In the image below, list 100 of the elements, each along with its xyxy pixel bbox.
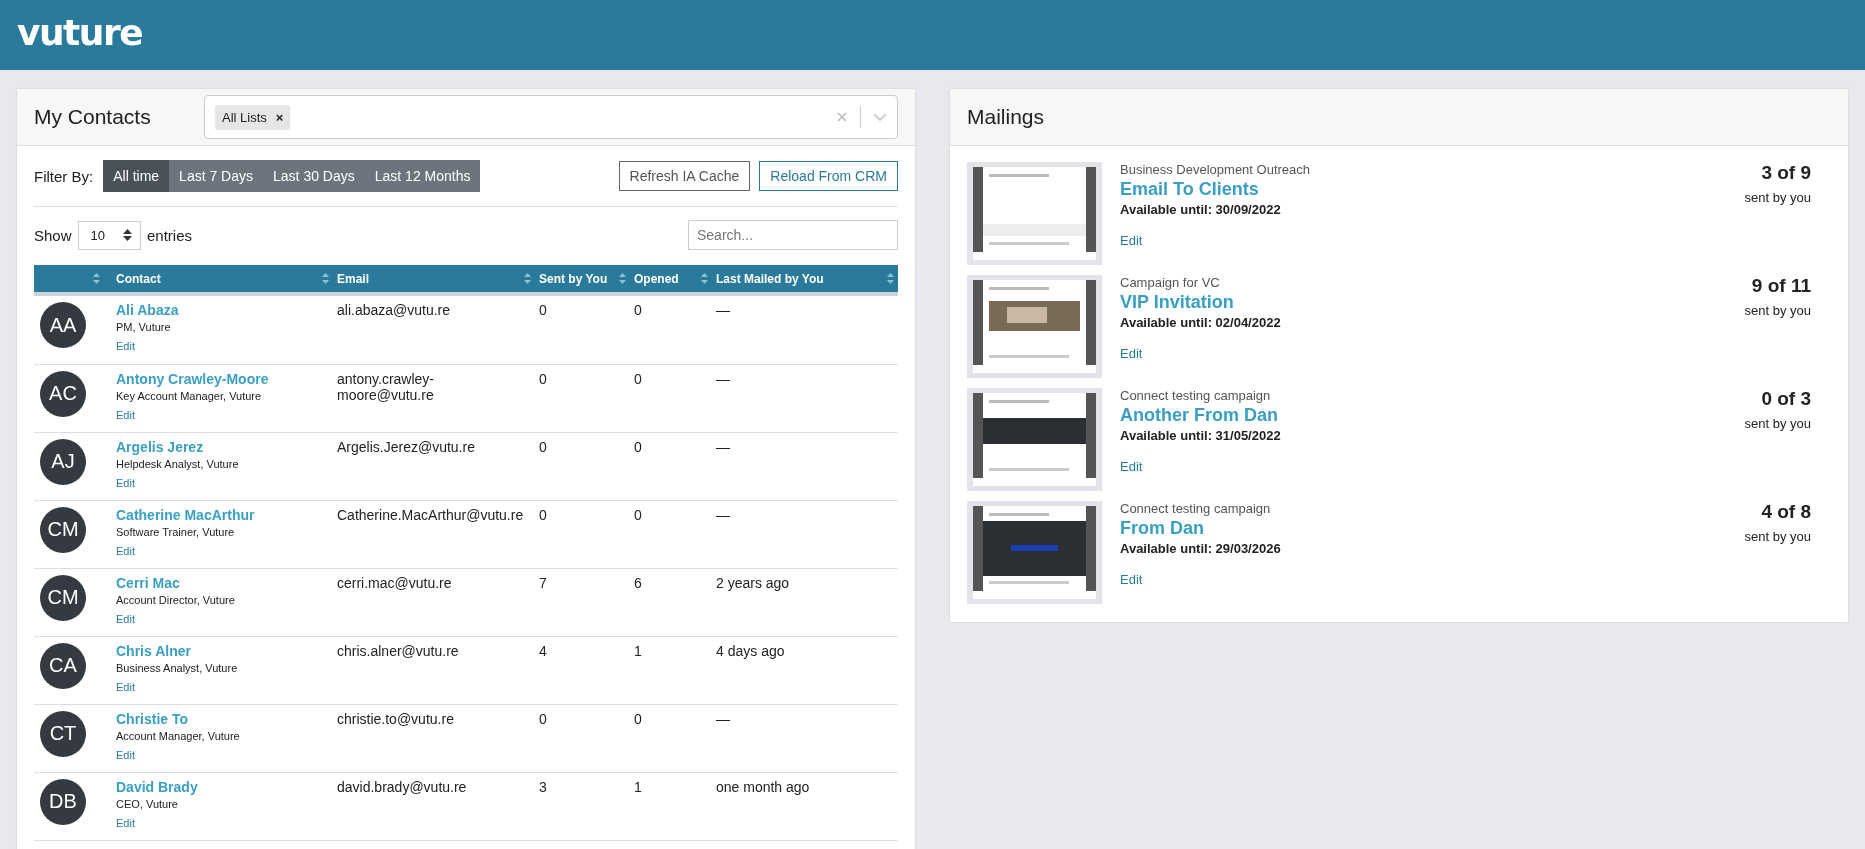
last-mailed-cell: — (716, 710, 730, 727)
sent-note: sent by you (1744, 190, 1811, 205)
avatar: CT (40, 710, 86, 757)
mailing-title[interactable]: From Dan (1120, 518, 1745, 539)
last-mailed-cell: 4 days ago (716, 642, 785, 659)
sent-note: sent by you (1744, 303, 1811, 318)
email-cell: david.brady@vutu.re (337, 778, 467, 795)
availability-text: Available until: 29/03/2026 (1120, 541, 1282, 556)
contact-name[interactable]: David Brady (116, 778, 329, 795)
email-cell: chris.alner@vutu.re (337, 642, 459, 659)
action-button[interactable]: Refresh IA Cache (618, 161, 751, 191)
sort-icon[interactable] (524, 273, 531, 284)
email-cell: cerri.mac@vutu.re (337, 574, 452, 591)
sent-cell: 0 (539, 506, 547, 523)
mailing-title[interactable]: Another From Dan (1120, 405, 1745, 426)
last-mailed-cell: 2 years ago (716, 574, 790, 591)
column-header[interactable]: Sent by You (539, 271, 608, 286)
contact-name[interactable]: Catherine MacArthur (116, 506, 329, 523)
sent-cell: 0 (539, 302, 547, 318)
list-select[interactable]: All Lists × (204, 95, 898, 139)
edit-link[interactable]: Edit (1120, 233, 1143, 248)
sent-note: sent by you (1744, 529, 1811, 544)
card-title: My Contacts (34, 105, 152, 129)
contact-role: Business Analyst, Vuture (116, 661, 239, 674)
avatar: AC (40, 370, 86, 417)
contact-role: Software Trainer, Vuture (116, 525, 236, 538)
avatar: CA (40, 642, 86, 689)
sort-icon[interactable] (701, 273, 708, 284)
contact-role: Key Account Manager, Vuture (116, 389, 263, 402)
edit-link[interactable]: Edit (116, 816, 135, 829)
edit-link[interactable]: Edit (116, 408, 135, 421)
card-title: Mailings (967, 105, 1046, 129)
contact-name[interactable]: Chris Alner (116, 642, 329, 659)
edit-link[interactable]: Edit (1120, 459, 1143, 474)
edit-link[interactable]: Edit (116, 612, 135, 625)
column-header[interactable]: Contact (116, 271, 161, 286)
sent-count: 4 of 8 (1760, 501, 1811, 523)
column-header[interactable]: Email (337, 271, 369, 286)
mailing-title[interactable]: VIP Invitation (1120, 292, 1745, 313)
column-header[interactable]: Last Mailed by You (716, 271, 824, 286)
opened-cell: 1 (634, 642, 642, 659)
availability-text: Available until: 31/05/2022 (1120, 428, 1282, 443)
contact-role: CEO, Vuture (116, 797, 179, 810)
sort-icon[interactable] (887, 273, 894, 284)
edit-link[interactable]: Edit (1120, 346, 1143, 361)
sent-cell: 4 (539, 642, 547, 659)
contact-role: Account Director, Vuture (116, 593, 236, 606)
entries-select[interactable]: 10 (77, 220, 141, 250)
search-field[interactable]: Search... (688, 220, 898, 250)
chevron-down-icon[interactable] (873, 112, 887, 122)
clear-icon[interactable] (836, 111, 848, 123)
sort-icon[interactable] (93, 273, 100, 284)
availability-text: Available until: 30/09/2022 (1120, 202, 1282, 217)
avatar: CM (40, 506, 86, 553)
sent-cell: 0 (539, 438, 547, 455)
contact-name[interactable]: Ali Abaza (116, 302, 329, 318)
sent-cell: 3 (539, 778, 547, 795)
sent-count: 0 of 3 (1760, 388, 1811, 410)
sent-cell: 0 (539, 710, 547, 727)
opened-cell: 1 (634, 778, 642, 795)
contact-name[interactable]: Argelis Jerez (116, 438, 329, 455)
edit-link[interactable]: Edit (116, 544, 135, 557)
contact-role: Account Manager, Vuture (116, 729, 241, 742)
email-cell: antony.crawley-moore@vutu.re (337, 370, 434, 403)
sent-count: 9 of 11 (1750, 275, 1811, 297)
opened-cell: 0 (634, 370, 642, 387)
filter-tab[interactable]: All time (103, 160, 170, 192)
sort-icon (123, 229, 132, 241)
column-header[interactable]: Opened (634, 271, 679, 286)
email-cell: Catherine.MacArthur@vutu.re (337, 506, 524, 523)
sort-icon[interactable] (322, 273, 329, 284)
filter-label: Filter By: (34, 167, 94, 185)
mailing-title[interactable]: Email To Clients (1120, 179, 1745, 200)
email-cell: Argelis.Jerez@vutu.re (337, 438, 475, 455)
edit-link[interactable]: Edit (1120, 572, 1143, 587)
opened-cell: 0 (634, 302, 642, 318)
opened-cell: 0 (634, 710, 642, 727)
last-mailed-cell: — (716, 302, 730, 318)
sent-count: 3 of 9 (1760, 162, 1811, 184)
sort-icon[interactable] (619, 273, 626, 284)
contact-name[interactable]: Cerri Mac (116, 574, 329, 591)
campaign-name: Connect testing campaign (1120, 388, 1272, 403)
edit-link[interactable]: Edit (116, 680, 135, 693)
edit-link[interactable]: Edit (116, 748, 135, 761)
edit-link[interactable]: Edit (116, 340, 135, 352)
tag-label: All Lists (222, 109, 267, 125)
availability-text: Available until: 02/04/2022 (1120, 315, 1282, 330)
entries-label: entries (147, 226, 193, 244)
contact-name[interactable]: Christie To (116, 710, 329, 727)
tag-remove[interactable]: × (275, 109, 284, 125)
action-button[interactable]: Reload From CRM (759, 161, 898, 191)
edit-link[interactable]: Edit (116, 476, 135, 489)
last-mailed-cell: — (716, 438, 730, 455)
opened-cell: 0 (634, 506, 642, 523)
contact-role: PM, Vuture (116, 321, 172, 333)
contact-role: Helpdesk Analyst, Vuture (116, 457, 240, 470)
logo[interactable]: vuture (17, 11, 143, 53)
avatar: AJ (40, 438, 86, 485)
avatar: AA (40, 302, 86, 348)
contact-name[interactable]: Antony Crawley-Moore (116, 370, 329, 387)
